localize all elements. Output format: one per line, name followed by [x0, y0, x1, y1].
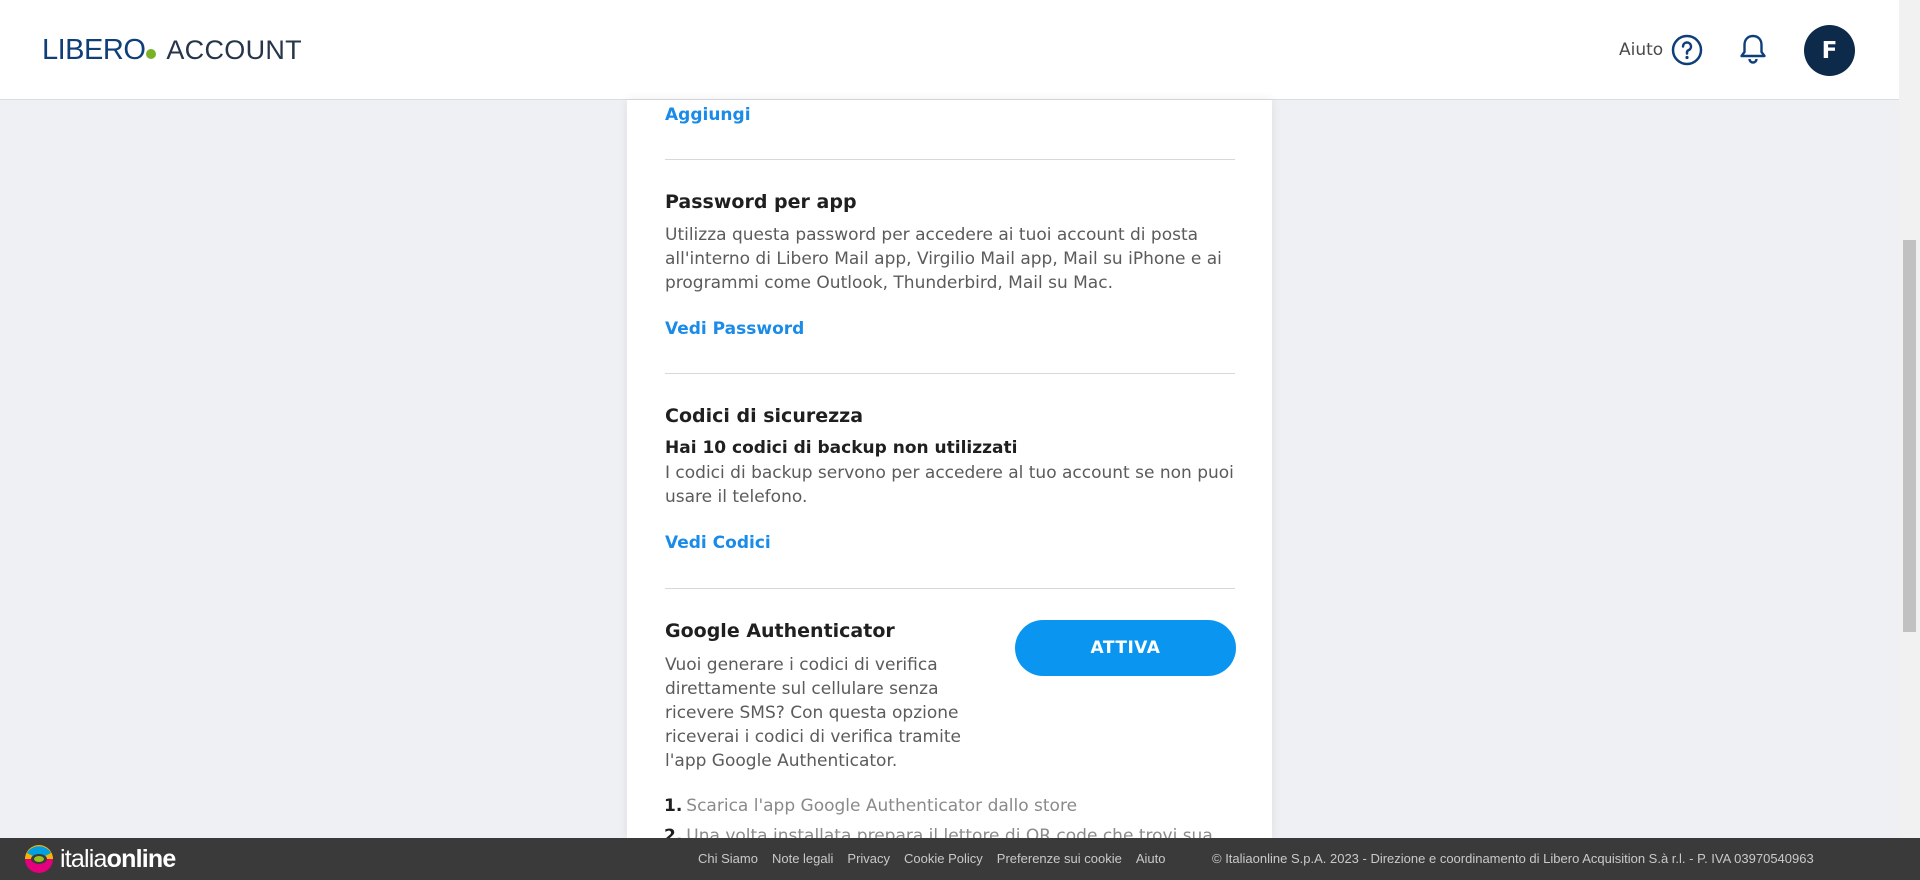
footer-link-chi-siamo[interactable]: Chi Siamo: [698, 851, 758, 866]
divider: [665, 588, 1235, 589]
step-number: 1.: [664, 796, 683, 816]
italiaonline-wordmark: italiaonline: [60, 844, 177, 874]
footer-copyright: © Italiaonline S.p.A. 2023 - Direzione e…: [1212, 851, 1814, 866]
logo-dot: [146, 49, 157, 59]
backup-codes-count: Hai 10 codici di backup non utilizzati: [665, 438, 1018, 458]
security-settings-card: Aggiungi Password per app Utilizza quest…: [627, 100, 1272, 846]
activate-button[interactable]: ATTIVA: [1015, 620, 1236, 676]
italiaonline-mark-icon: [25, 845, 53, 873]
logo-light-part: italia: [60, 844, 107, 873]
scrollbar-thumb[interactable]: [1903, 240, 1916, 632]
google-authenticator-description: Vuoi generare i codici di verifica diret…: [665, 655, 961, 771]
divider: [665, 373, 1235, 374]
logo-brand: LIBERO: [42, 34, 146, 66]
help-label: Aiuto: [1619, 40, 1664, 60]
footer-link-aiuto[interactable]: Aiuto: [1136, 851, 1166, 866]
step-text: Scarica l'app Google Authenticator dallo…: [686, 796, 1078, 816]
divider: [665, 159, 1235, 160]
libero-account-logo[interactable]: LIBERO ACCOUNT: [42, 34, 302, 67]
add-link[interactable]: Aggiungi: [665, 105, 1235, 125]
help-button[interactable]: Aiuto: [1619, 34, 1703, 66]
app-password-title: Password per app: [665, 191, 857, 213]
security-codes-title: Codici di sicurezza: [665, 405, 864, 427]
logo-product: ACCOUNT: [166, 35, 302, 65]
google-authenticator-title: Google Authenticator: [665, 620, 895, 642]
footer-link-note-legali[interactable]: Note legali: [772, 851, 833, 866]
footer-links: Chi Siamo Note legali Privacy Cookie Pol…: [698, 851, 1179, 866]
step-item: 1. Scarica l'app Google Authenticator dal…: [664, 796, 1077, 816]
question-circle-icon: [1671, 34, 1703, 66]
view-password-link[interactable]: Vedi Password: [665, 319, 1235, 339]
footer-link-cookie-policy[interactable]: Cookie Policy: [904, 851, 983, 866]
view-codes-link[interactable]: Vedi Codici: [665, 533, 1235, 553]
footer-link-privacy[interactable]: Privacy: [847, 851, 890, 866]
logo-bold-part: online: [106, 844, 177, 873]
italiaonline-logo[interactable]: italiaonline: [24, 844, 177, 874]
security-codes-description: I codici di backup servono per accedere …: [665, 463, 1234, 507]
notifications-bell-icon[interactable]: [1738, 33, 1768, 65]
top-header: LIBERO ACCOUNT Aiuto F: [0, 0, 1899, 100]
user-avatar[interactable]: F: [1804, 25, 1855, 76]
page-footer: italiaonline Chi Siamo Note legali Priva…: [0, 838, 1920, 880]
app-password-description: Utilizza questa password per accedere ai…: [665, 225, 1222, 293]
footer-link-cookie-preferences[interactable]: Preferenze sui cookie: [997, 851, 1122, 866]
